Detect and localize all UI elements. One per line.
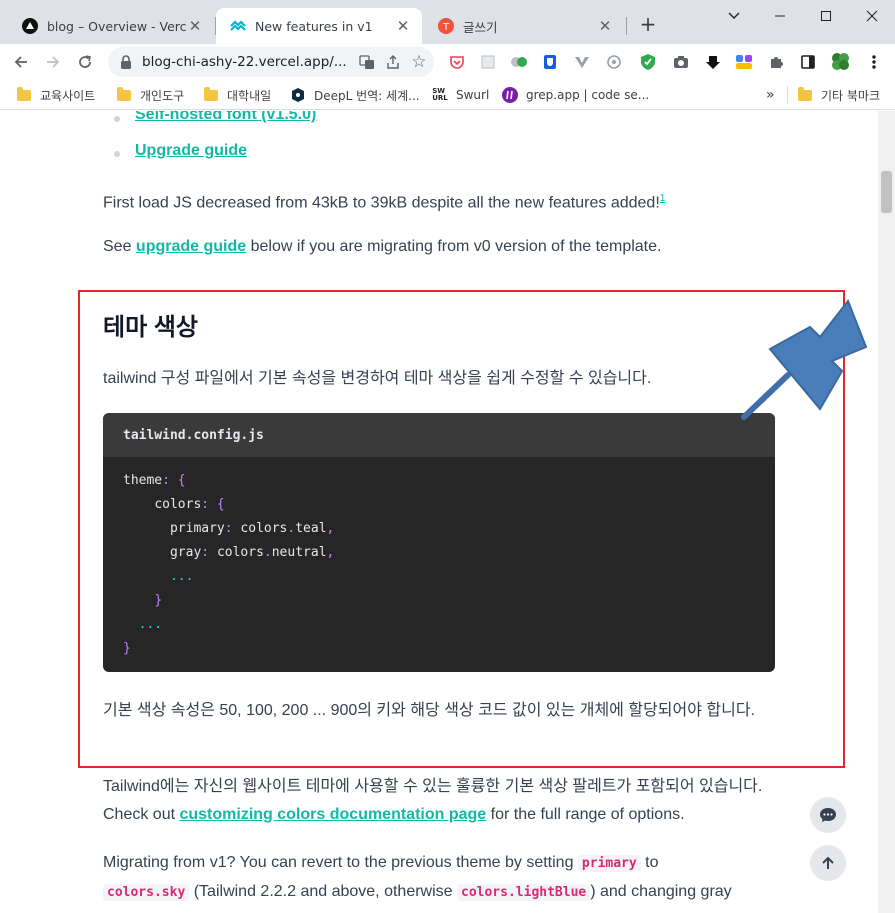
code-line: gray: colors.neutral, [169,545,335,560]
js-extension-icon[interactable] [509,52,529,72]
url-text: blog-chi-ashy-22.vercel.app/... [142,54,347,70]
code-line: } [154,593,163,608]
close-icon[interactable]: ✕ [596,17,614,35]
link-customizing-colors[interactable]: customizing colors documentation page [179,806,486,823]
paragraph-theme-intro: tailwind 구성 파일에서 기본 속성을 변경하여 테마 색상을 쉽게 수… [103,370,652,387]
paragraph-tailwind-palette: Tailwind에는 자신의 웹사이트 테마에 사용할 수 있는 훌륭한 기본 … [103,778,763,823]
folder-icon [203,86,219,103]
tab-separator [626,17,627,35]
tab-title: blog – Overview - Vercel [47,18,186,34]
deepl-icon [290,87,306,103]
tracker-icon[interactable] [604,52,624,72]
pocket-icon[interactable] [447,52,467,72]
forward-button[interactable] [42,51,64,73]
page-scrollbar[interactable] [878,111,895,913]
side-panel-icon[interactable] [798,52,818,72]
bookmarks-overflow-button[interactable]: » [766,84,775,106]
folder-icon [116,86,132,103]
arrow-up-icon [822,856,834,869]
reload-button[interactable] [74,51,96,73]
vue-devtools-icon[interactable] [572,52,592,72]
bookmark-folder-university[interactable]: 대학내일 [203,84,271,106]
bookmark-swurl[interactable]: SW URL Swurl [432,84,489,106]
tab-search-icon[interactable] [724,6,744,26]
inline-code: primary [577,855,641,872]
tab-new-features[interactable]: New features in v1 ✕ [216,8,422,44]
inline-code: colors.lightBlue [457,884,591,901]
folder-icon [16,86,32,103]
list-bullet [114,116,120,122]
bookmark-folder-education[interactable]: 교육사이트 [16,84,95,106]
close-icon[interactable]: ✕ [394,17,412,35]
browser-toolbar: blog-chi-ashy-22.vercel.app/... ☆ [0,44,895,80]
inline-code: colors.sky [103,884,190,901]
code-line: ... [138,617,163,632]
vercel-icon [22,18,38,34]
translate-icon[interactable] [356,51,378,73]
share-icon[interactable] [382,51,404,73]
bookmark-folder-other[interactable]: 기타 북마크 [797,84,880,106]
tab-title: New features in v1 [255,18,373,34]
bookmark-separator [787,86,788,104]
link-upgrade-guide-inline[interactable]: upgrade guide [136,238,246,255]
lock-icon [121,55,131,69]
code-line: primary: colors.teal, [169,521,335,536]
code-line: theme: { [123,473,186,488]
new-tab-button[interactable]: + [637,14,659,36]
swurl-icon: SW URL [432,87,448,102]
download-icon[interactable] [703,52,723,72]
folder-icon [797,86,813,103]
code-line: } [123,641,131,656]
close-window-icon[interactable] [862,6,882,26]
menu-kebab-icon[interactable] [864,52,884,72]
extensions-puzzle-icon[interactable] [766,52,786,72]
code-block: tailwind.config.js theme: { colors: { pr… [103,413,775,672]
comment-icon [820,808,836,822]
list-bullet [114,151,120,157]
tab-vercel[interactable]: blog – Overview - Vercel ✕ [8,8,214,44]
profile-avatar[interactable] [828,50,852,74]
bookmark-grep-app[interactable]: grep.app | code se... [502,84,649,106]
pushpin-icon [741,299,868,420]
tab-title: 글쓰기 [463,19,498,35]
comments-button[interactable] [810,797,846,833]
minimize-icon[interactable] [770,6,790,26]
paragraph-see-upgrade: See upgrade guide below if you are migra… [103,238,662,255]
back-button[interactable] [10,51,32,73]
scroll-to-top-button[interactable] [810,845,846,881]
footnote-link[interactable]: 1 [660,193,666,204]
camera-icon[interactable] [671,52,691,72]
address-bar[interactable]: blog-chi-ashy-22.vercel.app/... ☆ [108,47,434,77]
adguard-icon[interactable] [638,52,658,72]
paragraph-first-load: First load JS decreased from 43kB to 39k… [103,193,666,212]
paragraph-migrating: Migrating from v1? You can revert to the… [103,854,732,901]
link-self-hosted-font[interactable]: Self-hosted font (v1.5.0) [135,111,316,124]
tab-write[interactable]: T 글쓰기 ✕ [424,8,624,44]
bitwarden-icon[interactable] [540,52,560,72]
star-icon[interactable]: ☆ [408,51,430,73]
page-viewport: Self-hosted font (v1.5.0) Upgrade guide … [0,111,878,913]
link-upgrade-guide[interactable]: Upgrade guide [135,142,247,160]
code-filename: tailwind.config.js [103,413,775,457]
tailwind-icon [230,18,246,34]
section-heading-theme-colors: 테마 색상 [103,314,198,341]
bookmark-deepl[interactable]: DeepL 번역: 세계... [290,84,420,106]
grep-icon [502,87,518,103]
paragraph-theme-keys: 기본 색상 속성은 50, 100, 200 ... 900의 키와 해당 색상… [103,702,756,719]
close-icon[interactable]: ✕ [186,17,204,35]
code-line: ... [169,569,194,584]
extension-grid-icon[interactable] [478,52,498,72]
bookmarks-bar: 교육사이트 개인도구 대학내일 DeepL 번역: 세계... SW URL Sw… [0,80,895,110]
maximize-icon[interactable] [816,6,836,26]
bookmark-folder-tools[interactable]: 개인도구 [116,84,184,106]
code-body: theme: { colors: { primary: colors.teal,… [103,457,775,672]
tistory-icon: T [438,18,454,34]
scrollbar-thumb[interactable] [881,171,892,213]
tab-strip: blog – Overview - Vercel ✕ New features … [0,0,895,44]
code-line: colors: { [154,497,225,512]
notion-extension-icon[interactable] [734,52,754,72]
svg-text:T: T [442,22,450,33]
